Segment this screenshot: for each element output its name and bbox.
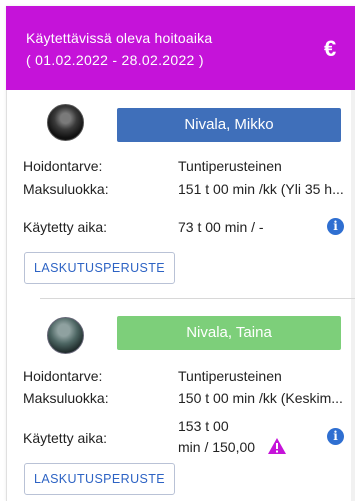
header-period: ( 01.02.2022 - 28.02.2022 ) xyxy=(26,52,204,68)
info-icon[interactable]: i xyxy=(327,218,344,235)
care-need-value: Tuntiperusteinen xyxy=(178,368,282,384)
divider xyxy=(40,298,355,299)
scrollbar[interactable] xyxy=(351,90,355,501)
used-time-value-line2: min / 150,00 xyxy=(178,439,256,455)
fee-class-value: 150 t 00 min /kk (Keskim... xyxy=(178,390,343,406)
care-need-label: Hoidontarve: xyxy=(23,368,103,384)
care-need-value: Tuntiperusteinen xyxy=(178,158,282,174)
avatar xyxy=(47,317,84,354)
warning-icon[interactable] xyxy=(268,438,286,454)
info-icon[interactable]: i xyxy=(327,428,344,445)
used-time-value: 73 t 00 min / - xyxy=(178,219,264,235)
used-time-label: Käytetty aika: xyxy=(23,219,108,235)
fee-class-value: 151 t 00 min /kk (Yli 35 h... xyxy=(178,181,344,197)
avatar xyxy=(47,104,84,141)
billing-basis-button[interactable]: LASKUTUSPERUSTE xyxy=(24,252,175,284)
care-need-label: Hoidontarve: xyxy=(23,158,103,174)
panel-header: Käytettävissä oleva hoitoaika ( 01.02.20… xyxy=(6,6,355,90)
fee-class-label: Maksuluokka: xyxy=(23,390,109,406)
used-time-value-line1: 153 t 00 xyxy=(178,418,229,434)
used-time-label: Käytetty aika: xyxy=(23,430,108,446)
child-name-button[interactable]: Nivala, Mikko xyxy=(117,108,341,142)
billing-basis-button[interactable]: LASKUTUSPERUSTE xyxy=(24,463,175,495)
child-name-button[interactable]: Nivala, Taina xyxy=(117,316,341,350)
fee-class-label: Maksuluokka: xyxy=(23,181,109,197)
header-title: Käytettävissä oleva hoitoaika xyxy=(26,30,213,46)
euro-icon[interactable]: € xyxy=(324,36,336,62)
